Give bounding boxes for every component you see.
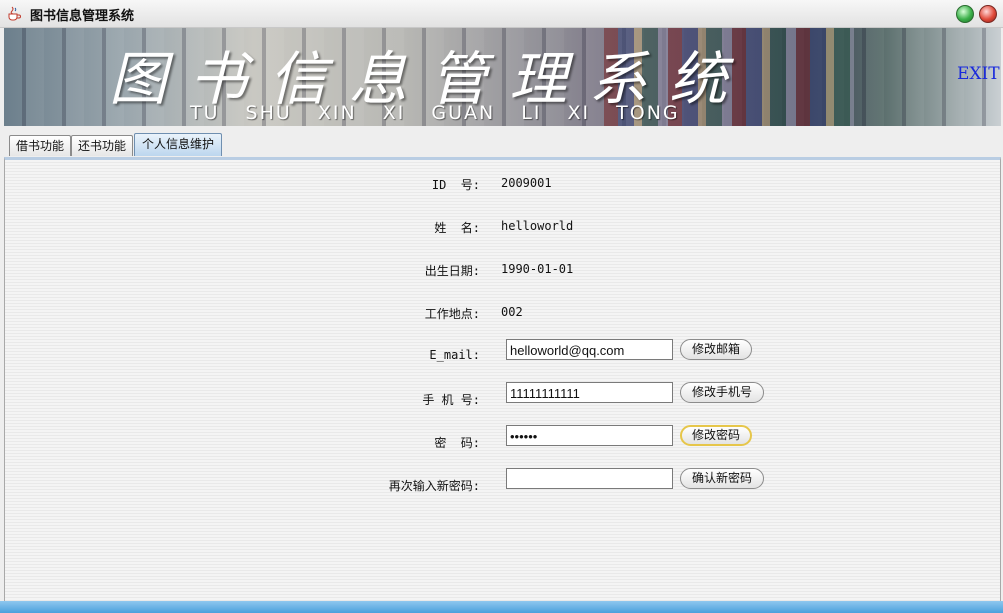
work-label: 工作地点: (424, 307, 480, 321)
banner: 图书信息管理系统 TU SHU XIN XI GUAN LI XI TONG E… (4, 28, 1001, 126)
name-value: helloworld (501, 219, 574, 233)
birth-label: 出生日期: (424, 264, 480, 278)
confirm-password-label: 再次输入新密码: (388, 479, 480, 493)
tab-personal-info[interactable]: 个人信息维护 (134, 133, 222, 156)
banner-pinyin: TU SHU XIN XI GUAN LI XI TONG (190, 102, 680, 124)
title-bar: 图书信息管理系统 (0, 0, 1003, 28)
java-cup-icon (8, 6, 21, 21)
exit-link[interactable]: EXIT (957, 64, 1000, 84)
window-title: 图书信息管理系统 (30, 9, 135, 24)
status-bar (0, 601, 1003, 613)
id-label: ID 号: (431, 178, 480, 192)
work-value: 002 (501, 305, 523, 319)
birth-value: 1990-01-01 (501, 262, 574, 276)
email-label: E_mail: (429, 348, 480, 362)
minimize-button[interactable] (956, 5, 974, 23)
id-value: 2009001 (501, 176, 552, 190)
edit-password-button[interactable]: 修改密码 (680, 425, 752, 446)
confirm-password-button[interactable]: 确认新密码 (680, 468, 764, 489)
confirm-password-input[interactable] (506, 468, 673, 489)
password-label: 密 码: (434, 436, 480, 450)
close-button[interactable] (979, 5, 997, 23)
edit-phone-button[interactable]: 修改手机号 (680, 382, 764, 403)
email-input[interactable]: helloworld@qq.com (506, 339, 673, 360)
phone-input[interactable]: 11111111111 (506, 382, 673, 403)
edit-email-button[interactable]: 修改邮箱 (680, 339, 752, 360)
phone-label: 手 机 号: (422, 393, 480, 407)
name-label: 姓 名: (434, 221, 480, 235)
tab-return[interactable]: 还书功能 (71, 135, 133, 156)
password-input[interactable]: •••••• (506, 425, 673, 446)
tab-borrow[interactable]: 借书功能 (9, 135, 71, 156)
